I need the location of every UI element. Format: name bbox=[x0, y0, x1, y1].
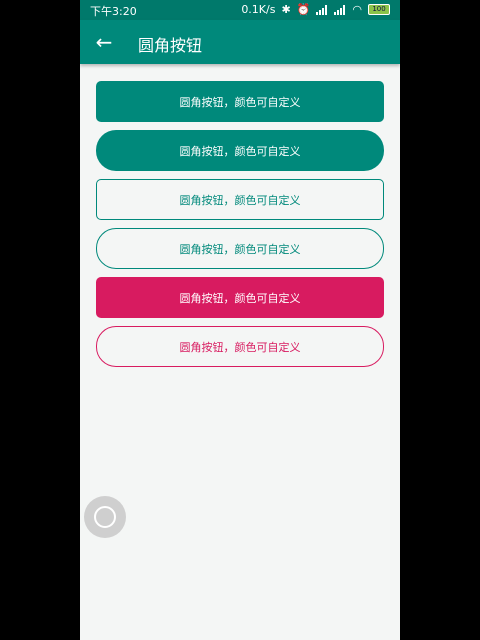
assistive-touch-icon[interactable] bbox=[84, 496, 126, 538]
rounded-button-pink-filled[interactable]: 圆角按钮，颜色可自定义 bbox=[96, 277, 384, 318]
rounded-button-outlined[interactable]: 圆角按钮，颜色可自定义 bbox=[96, 179, 384, 220]
status-time: 下午3:20 bbox=[90, 5, 137, 18]
wifi-icon: ◠ bbox=[352, 3, 362, 16]
net-speed: 0.1K/s bbox=[241, 3, 276, 16]
pill-button-pink-outlined[interactable]: 圆角按钮，颜色可自定义 bbox=[96, 326, 384, 367]
status-icons: 0.1K/s ✱ ⏰ ◠ 100 bbox=[241, 3, 390, 16]
signal-icon bbox=[316, 4, 328, 15]
bluetooth-icon: ✱ bbox=[281, 3, 291, 16]
battery-icon: 100 bbox=[368, 4, 390, 15]
signal-icon bbox=[334, 4, 346, 15]
back-arrow-icon[interactable]: ← bbox=[92, 30, 116, 54]
app-screen: 下午3:20 0.1K/s ✱ ⏰ ◠ 100 ← 圆角按钮 圆角按钮，颜色可自… bbox=[80, 0, 400, 640]
toolbar: ← 圆角按钮 bbox=[80, 20, 400, 64]
alarm-icon: ⏰ bbox=[296, 3, 311, 16]
pill-button-filled[interactable]: 圆角按钮，颜色可自定义 bbox=[96, 130, 384, 171]
pill-button-outlined[interactable]: 圆角按钮，颜色可自定义 bbox=[96, 228, 384, 269]
status-bar: 下午3:20 0.1K/s ✱ ⏰ ◠ 100 bbox=[80, 0, 400, 20]
button-list: 圆角按钮，颜色可自定义 圆角按钮，颜色可自定义 圆角按钮，颜色可自定义 圆角按钮… bbox=[96, 81, 384, 375]
rounded-button-filled[interactable]: 圆角按钮，颜色可自定义 bbox=[96, 81, 384, 122]
page-title: 圆角按钮 bbox=[138, 36, 203, 55]
